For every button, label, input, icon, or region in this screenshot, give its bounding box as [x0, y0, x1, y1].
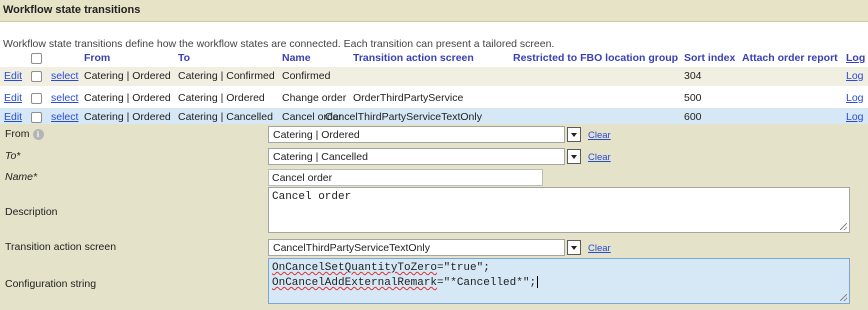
config-line1-value: ="true";	[437, 262, 490, 274]
from-label: From i	[5, 128, 44, 140]
cell-from: Catering | Ordered	[84, 92, 171, 104]
section-title: Workflow state transitions	[3, 4, 141, 16]
text-cursor	[537, 276, 539, 288]
to-select[interactable]: Catering | Cancelled	[268, 148, 565, 165]
cell-to: Catering | Cancelled	[178, 111, 273, 123]
chevron-down-icon[interactable]	[567, 149, 581, 164]
intro-text: Workflow state transitions define how th…	[3, 38, 555, 50]
name-input[interactable]: Cancel order	[268, 169, 543, 186]
select-link[interactable]: select	[51, 111, 78, 123]
cell-screen: CancelThirdPartyServiceTextOnly	[325, 111, 482, 123]
cell-sort-index: 500	[684, 92, 702, 104]
description-label: Description	[5, 206, 58, 218]
col-to[interactable]: To	[178, 52, 190, 64]
col-name[interactable]: Name	[282, 52, 311, 64]
row-checkbox[interactable]	[31, 112, 42, 123]
screen-label: Transition action screen	[5, 241, 117, 253]
edit-link[interactable]: Edit	[4, 70, 22, 82]
description-textarea[interactable]: Cancel order	[268, 187, 850, 233]
resize-handle-icon[interactable]	[840, 223, 847, 230]
table-row: Edit select Catering | Ordered Catering …	[0, 89, 868, 108]
section-header: Workflow state transitions	[0, 0, 868, 22]
cell-name: Confirmed	[282, 70, 331, 82]
cell-sort-index: 304	[684, 70, 702, 82]
cell-sort-index: 600	[684, 111, 702, 123]
table-header: From To Name Transition action screen Re…	[0, 51, 868, 66]
edit-form: From i Catering | Ordered Clear To* Cater…	[0, 124, 868, 310]
config-line2-value: ="*Cancelled*";	[437, 276, 537, 289]
col-attach-order-report[interactable]: Attach order report	[742, 52, 838, 64]
cell-from: Catering | Ordered	[84, 70, 171, 82]
edit-link[interactable]: Edit	[4, 92, 22, 104]
to-label: To*	[5, 150, 21, 162]
to-clear-link[interactable]: Clear	[588, 152, 611, 163]
cell-from: Catering | Ordered	[84, 111, 171, 123]
cell-name: Change order	[282, 92, 347, 104]
screen-select[interactable]: CancelThirdPartyServiceTextOnly	[268, 239, 565, 256]
from-clear-link[interactable]: Clear	[588, 130, 611, 141]
row-checkbox[interactable]	[31, 71, 42, 82]
table-row: Edit select Catering | Ordered Catering …	[0, 67, 868, 86]
cell-screen: OrderThirdPartyService	[353, 92, 464, 104]
select-all-checkbox[interactable]	[31, 53, 42, 64]
select-link[interactable]: select	[51, 70, 78, 82]
info-icon[interactable]: i	[32, 128, 44, 140]
log-link[interactable]: Log	[846, 92, 864, 104]
edit-link[interactable]: Edit	[4, 111, 22, 123]
name-label: Name*	[5, 171, 38, 183]
col-sort-index[interactable]: Sort index	[684, 52, 735, 64]
log-link[interactable]: Log	[846, 111, 864, 123]
screen-clear-link[interactable]: Clear	[588, 243, 611, 254]
config-textarea[interactable]: OnCancelSetQuantityToZero="true"; OnCanc…	[268, 258, 850, 304]
config-line2-key: OnCancelAddExternalRemark	[272, 276, 438, 289]
col-log[interactable]: Log	[846, 52, 865, 64]
select-link[interactable]: select	[51, 92, 78, 104]
chevron-down-icon[interactable]	[567, 127, 581, 142]
from-select[interactable]: Catering | Ordered	[268, 126, 565, 143]
config-line1-key: OnCancelSetQuantityToZero	[272, 262, 438, 274]
log-link[interactable]: Log	[846, 70, 864, 82]
col-from[interactable]: From	[84, 52, 110, 64]
cell-to: Catering | Ordered	[178, 92, 265, 104]
col-restricted[interactable]: Restricted to FBO location group	[513, 52, 678, 64]
cell-to: Catering | Confirmed	[178, 70, 275, 82]
row-checkbox[interactable]	[31, 93, 42, 104]
chevron-down-icon[interactable]	[567, 240, 581, 255]
resize-handle-icon[interactable]	[840, 294, 847, 301]
col-transition-action-screen[interactable]: Transition action screen	[353, 52, 474, 64]
config-label: Configuration string	[5, 278, 97, 290]
